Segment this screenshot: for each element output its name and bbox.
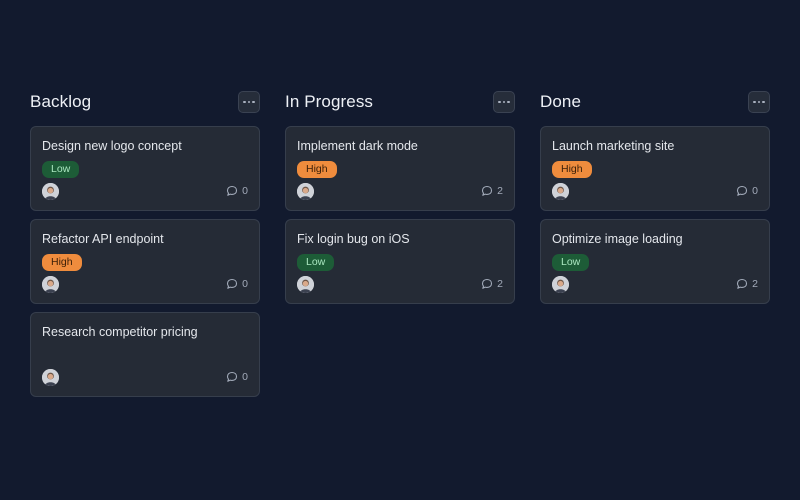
comment-count[interactable]: 2 — [481, 185, 503, 197]
column-header: In Progress — [285, 90, 515, 114]
column-menu-button[interactable] — [493, 91, 515, 113]
comment-count-value: 2 — [497, 278, 503, 290]
column-menu-button[interactable] — [748, 91, 770, 113]
comment-count[interactable]: 2 — [481, 278, 503, 290]
column-header: Done — [540, 90, 770, 114]
more-horizontal-icon — [753, 100, 756, 104]
avatar[interactable] — [297, 275, 314, 293]
avatar[interactable] — [297, 182, 314, 200]
comment-bubble-icon — [736, 278, 748, 290]
comment-bubble-icon — [481, 278, 493, 290]
kanban-board: Backlog Design new logo concept Low 0 Re… — [30, 90, 770, 397]
card-title: Implement dark mode — [297, 139, 418, 153]
column-menu-button[interactable] — [238, 91, 260, 113]
comment-count[interactable]: 0 — [736, 185, 758, 197]
comment-bubble-icon — [736, 185, 748, 197]
card-title: Design new logo concept — [42, 139, 182, 153]
comment-count-value: 0 — [752, 185, 758, 197]
comment-count-value: 2 — [497, 185, 503, 197]
comment-count[interactable]: 2 — [736, 278, 758, 290]
priority-badge: High — [552, 161, 592, 178]
task-card[interactable]: Optimize image loading Low 2 — [540, 219, 770, 304]
priority-badge: High — [42, 254, 82, 271]
comment-bubble-icon — [226, 185, 238, 197]
more-horizontal-icon — [243, 100, 246, 104]
task-card[interactable]: Implement dark mode High 2 — [285, 126, 515, 211]
column-done: Done Launch marketing site High 0 Optimi… — [540, 90, 770, 397]
card-title: Research competitor pricing — [42, 325, 198, 339]
comment-bubble-icon — [481, 185, 493, 197]
avatar[interactable] — [552, 275, 569, 293]
comment-bubble-icon — [226, 278, 238, 290]
card-list: Implement dark mode High 2 Fix login bug… — [285, 126, 515, 304]
priority-badge: Low — [552, 254, 590, 271]
column-title: In Progress — [285, 92, 374, 111]
task-card[interactable]: Design new logo concept Low 0 — [30, 126, 260, 211]
column-backlog: Backlog Design new logo concept Low 0 Re… — [30, 90, 260, 397]
comment-count[interactable]: 0 — [226, 185, 248, 197]
task-card[interactable]: Launch marketing site High 0 — [540, 126, 770, 211]
avatar[interactable] — [42, 182, 59, 200]
comment-count[interactable]: 0 — [226, 278, 248, 290]
comment-count-value: 0 — [242, 371, 248, 383]
priority-badge: High — [297, 161, 337, 178]
task-card[interactable]: Fix login bug on iOS Low 2 — [285, 219, 515, 304]
avatar[interactable] — [42, 368, 59, 386]
column-header: Backlog — [30, 90, 260, 114]
card-title: Fix login bug on iOS — [297, 232, 410, 246]
task-card[interactable]: Research competitor pricing 0 — [30, 312, 260, 397]
priority-badge: Low — [42, 161, 80, 178]
comment-count-value: 2 — [752, 278, 758, 290]
column-title: Done — [540, 92, 582, 111]
card-title: Refactor API endpoint — [42, 232, 164, 246]
comment-count[interactable]: 0 — [226, 371, 248, 383]
column-title: Backlog — [30, 92, 92, 111]
comment-bubble-icon — [226, 371, 238, 383]
comment-count-value: 0 — [242, 278, 248, 290]
task-card[interactable]: Refactor API endpoint High 0 — [30, 219, 260, 304]
avatar[interactable] — [42, 275, 59, 293]
card-title: Optimize image loading — [552, 232, 683, 246]
card-list: Launch marketing site High 0 Optimize im… — [540, 126, 770, 304]
avatar[interactable] — [552, 182, 569, 200]
comment-count-value: 0 — [242, 185, 248, 197]
more-horizontal-icon — [498, 100, 501, 104]
card-title: Launch marketing site — [552, 139, 675, 153]
priority-badge: Low — [297, 254, 335, 271]
card-list: Design new logo concept Low 0 Refactor A… — [30, 126, 260, 397]
column-in-progress: In Progress Implement dark mode High 2 F… — [285, 90, 515, 397]
